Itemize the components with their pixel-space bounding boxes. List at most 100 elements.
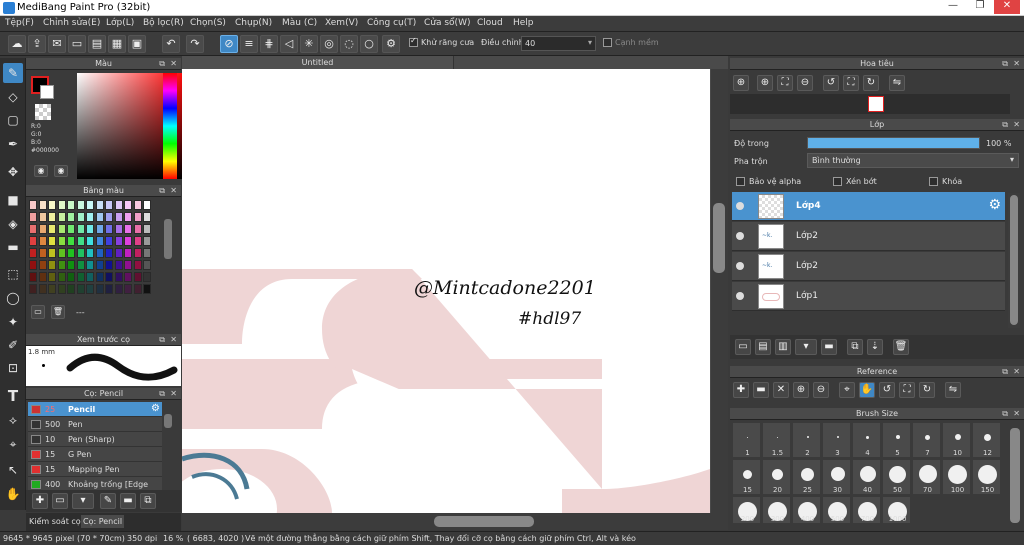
close-icon[interactable]: ✕ [1013,119,1020,131]
palette-swatch[interactable] [86,212,94,222]
palette-swatch[interactable] [105,236,113,246]
open-folder-icon[interactable]: ▬ [753,382,769,398]
gear-icon[interactable]: ⚙ [988,197,1001,213]
brush-item[interactable]: 15 Mapping Pen [28,462,162,477]
palette-swatch[interactable] [124,260,132,270]
close-icon[interactable]: ✕ [170,58,177,70]
copy-icon[interactable]: ⧉ [140,493,156,509]
palette-swatch[interactable] [38,260,47,270]
color-mode-icon[interactable]: ◉ [34,165,48,177]
brush-size-cell[interactable]: 20 [762,459,791,495]
palette-scrollbar[interactable] [164,219,172,259]
palette-swatch[interactable] [133,248,142,258]
palette-swatch[interactable] [86,260,94,270]
horizontal-scroll-thumb[interactable] [434,516,534,527]
adjust-input[interactable]: 40 ▾ [521,36,596,51]
brush-size-cell[interactable]: 12 [972,422,1001,458]
menu-color[interactable]: Màu (C) [282,18,317,28]
brush-item[interactable]: ⚙ 25 Pencil [28,402,162,417]
palette-swatch[interactable] [95,224,104,234]
visibility-icon[interactable] [736,262,744,270]
menu-tools[interactable]: Công cụ(T) [367,18,416,28]
brush-size-cell[interactable]: 40 [852,459,881,495]
menu-cloud[interactable]: Cloud [477,18,503,28]
new-8bit-layer-icon[interactable]: ▤ [755,339,771,355]
vertical-scrollbar[interactable] [711,69,728,513]
palette-swatch[interactable] [86,284,94,294]
palette-swatch[interactable] [143,224,151,234]
eyedropper-small-icon[interactable]: ◉ [54,165,68,177]
fit-screen-icon[interactable]: ⛶ [777,75,793,91]
brush-size-cell[interactable]: 25 [792,459,821,495]
parallel-snap-icon[interactable]: ≡ [240,35,258,53]
folder-icon[interactable]: ▬ [120,493,136,509]
palette-swatch[interactable] [48,284,56,294]
palette-swatch[interactable] [114,272,123,282]
magic-wand-icon[interactable]: ✦ [3,312,23,332]
gradient-tool-icon[interactable]: ▬ [3,237,23,257]
brush-item[interactable]: 15 G Pen [28,447,162,462]
menu-file[interactable]: Tệp(F) [5,18,34,28]
operation-tool-icon[interactable]: ↖ [3,460,23,480]
palette-swatch[interactable] [114,260,123,270]
palette-swatch[interactable] [114,236,123,246]
palette-swatch[interactable] [67,272,75,282]
palette-swatch[interactable] [29,236,37,246]
brush-size-cell[interactable]: 400 [792,496,821,524]
merge-layer-icon[interactable]: ⇣ [867,339,883,355]
brush-size-cell[interactable]: 15 [732,459,761,495]
vertical-scroll-thumb[interactable] [713,203,725,273]
palette-swatch[interactable] [133,272,142,282]
palette-swatch[interactable] [86,236,94,246]
brush-size-cell[interactable]: 700 [852,496,881,524]
palette-swatch[interactable] [76,200,85,210]
brush-size-cell[interactable]: 5 [882,422,911,458]
comment-icon[interactable]: ✉ [48,35,66,53]
visibility-icon[interactable] [736,232,744,240]
menu-select[interactable]: Chọn(S) [190,18,226,28]
palette-swatch[interactable] [38,248,47,258]
smooth-checkbox[interactable] [603,38,612,47]
palette-swatches[interactable] [29,200,155,300]
drawing-canvas[interactable]: @Mintcadone2201 #hdl97 [182,69,710,513]
brush-size-cell[interactable]: 100 [942,459,971,495]
brush-size-cell[interactable]: 1 [732,422,761,458]
brush-size-cell[interactable]: 70 [912,459,941,495]
float-icon[interactable]: ⧉ [159,334,165,346]
palette-swatch[interactable] [67,260,75,270]
layer-row[interactable]: ~k. Lớp2 [732,222,1005,251]
text-tool-icon[interactable]: T [3,386,23,406]
palette-swatch[interactable] [105,260,113,270]
palette-swatch[interactable] [38,212,47,222]
opacity-slider[interactable] [807,137,980,149]
brush-menu-icon[interactable]: ▾ [72,493,94,509]
palette-swatch[interactable] [95,212,104,222]
float-icon[interactable]: ⧉ [1002,58,1008,70]
palette-swatch[interactable] [95,260,104,270]
palette-swatch[interactable] [48,248,56,258]
palette-swatch[interactable] [29,248,37,258]
palette-swatch[interactable] [105,284,113,294]
flip-icon[interactable]: ⇋ [945,382,961,398]
zoom-out-icon[interactable]: ⊖ [813,382,829,398]
palette-swatch[interactable] [95,272,104,282]
palette-swatch[interactable] [86,200,94,210]
brush-size-cell[interactable]: 4 [852,422,881,458]
palette-swatch[interactable] [124,224,132,234]
move-tool-icon[interactable]: ✥ [3,162,23,182]
brush-item[interactable]: 10 Pen (Sharp) [28,432,162,447]
palette-swatch[interactable] [86,272,94,282]
float-icon[interactable]: ⧉ [1002,119,1008,131]
brush-tool-icon[interactable]: ✎ [3,63,23,83]
layer-row[interactable]: Lớp1 [732,282,1005,311]
brush-size-cell[interactable]: 300 [762,496,791,524]
palette-swatch[interactable] [57,212,66,222]
add-layer-menu-icon[interactable]: ▾ [795,339,817,355]
palette-swatch[interactable] [143,200,151,210]
layer-scrollbar[interactable] [1008,193,1020,328]
palette-swatch[interactable] [48,272,56,282]
palette-swatch[interactable] [57,260,66,270]
select-eraser-icon[interactable]: ⊡ [3,358,23,378]
palette-swatch[interactable] [76,272,85,282]
menu-window[interactable]: Cửa sổ(W) [424,18,470,28]
